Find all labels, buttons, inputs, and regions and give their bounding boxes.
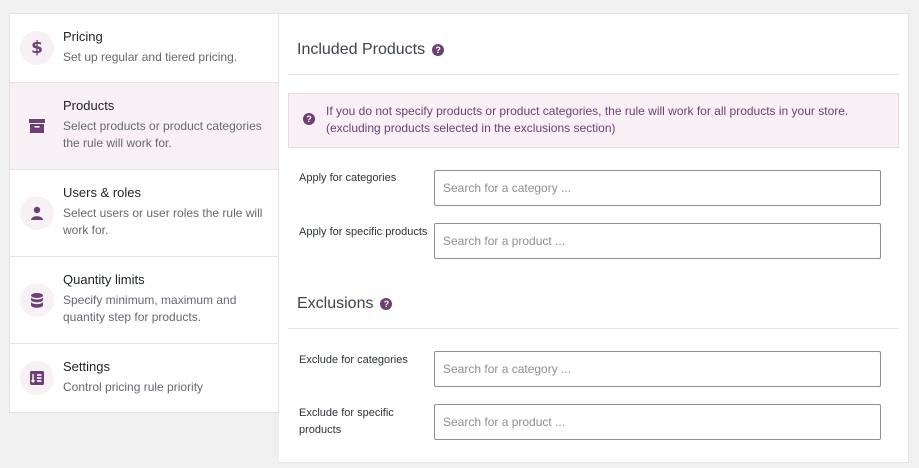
apply-products-search-input[interactable] xyxy=(434,223,881,259)
sidebar-item-desc: Specify minimum, maximum and quantity st… xyxy=(63,293,237,324)
sidebar-item-title: Quantity limits xyxy=(63,272,145,287)
sidebar-item-settings[interactable]: Settings Control pricing rule priority xyxy=(10,344,278,413)
sidebar-item-pricing[interactable]: $ Pricing Set up regular and tiered pric… xyxy=(10,14,278,83)
sidebar-item-quantity-limits[interactable]: Quantity limits Specify minimum, maximum… xyxy=(10,257,278,344)
apply-categories-search-input[interactable] xyxy=(434,170,881,206)
section-divider xyxy=(288,328,899,329)
help-icon[interactable]: ? xyxy=(432,44,445,56)
sidebar-item-title: Settings xyxy=(63,359,110,374)
sidebar-item-desc: Control pricing rule priority xyxy=(63,380,204,394)
notice-text: If you do not specify products or produc… xyxy=(326,104,849,135)
section-divider xyxy=(288,74,899,75)
question-icon: ? xyxy=(303,113,315,125)
apply-products-label: Apply for specific products xyxy=(299,226,428,238)
settings-icon xyxy=(20,361,54,395)
sidebar-item-title: Users & roles xyxy=(63,185,142,200)
exclude-categories-label: Exclude for categories xyxy=(299,354,408,366)
exclude-categories-search-input[interactable] xyxy=(434,351,881,387)
exclusions-title: Exclusions xyxy=(297,295,374,312)
info-notice: ? If you do not specify products or prod… xyxy=(288,93,899,148)
help-icon[interactable]: ? xyxy=(380,298,393,310)
sidebar-item-desc: Set up regular and tiered pricing. xyxy=(63,50,238,64)
sidebar-item-title: Products xyxy=(63,98,115,113)
rule-sections-sidebar: $ Pricing Set up regular and tiered pric… xyxy=(9,13,279,413)
sidebar-item-desc: Select users or user roles the rule will… xyxy=(63,206,263,237)
apply-categories-label: Apply for categories xyxy=(299,172,397,184)
sidebar-item-products[interactable]: Products Select products or product cate… xyxy=(10,83,278,170)
archive-icon xyxy=(20,109,54,143)
rule-settings-panel: Included Products ? ? If you do not spec… xyxy=(279,13,909,463)
exclusions-heading: Exclusions ? xyxy=(297,295,393,313)
dollar-icon: $ xyxy=(20,31,54,65)
database-icon xyxy=(20,283,54,317)
included-products-heading: Included Products ? xyxy=(297,41,445,59)
sidebar-item-title: Pricing xyxy=(63,29,103,44)
sidebar-item-desc: Select products or product categories th… xyxy=(63,119,262,150)
user-icon xyxy=(20,196,54,230)
exclude-products-label: Exclude for specific products xyxy=(299,407,394,436)
sidebar-item-users-roles[interactable]: Users & roles Select users or user roles… xyxy=(10,170,278,257)
exclude-products-search-input[interactable] xyxy=(434,404,881,440)
included-products-title: Included Products xyxy=(297,41,426,58)
